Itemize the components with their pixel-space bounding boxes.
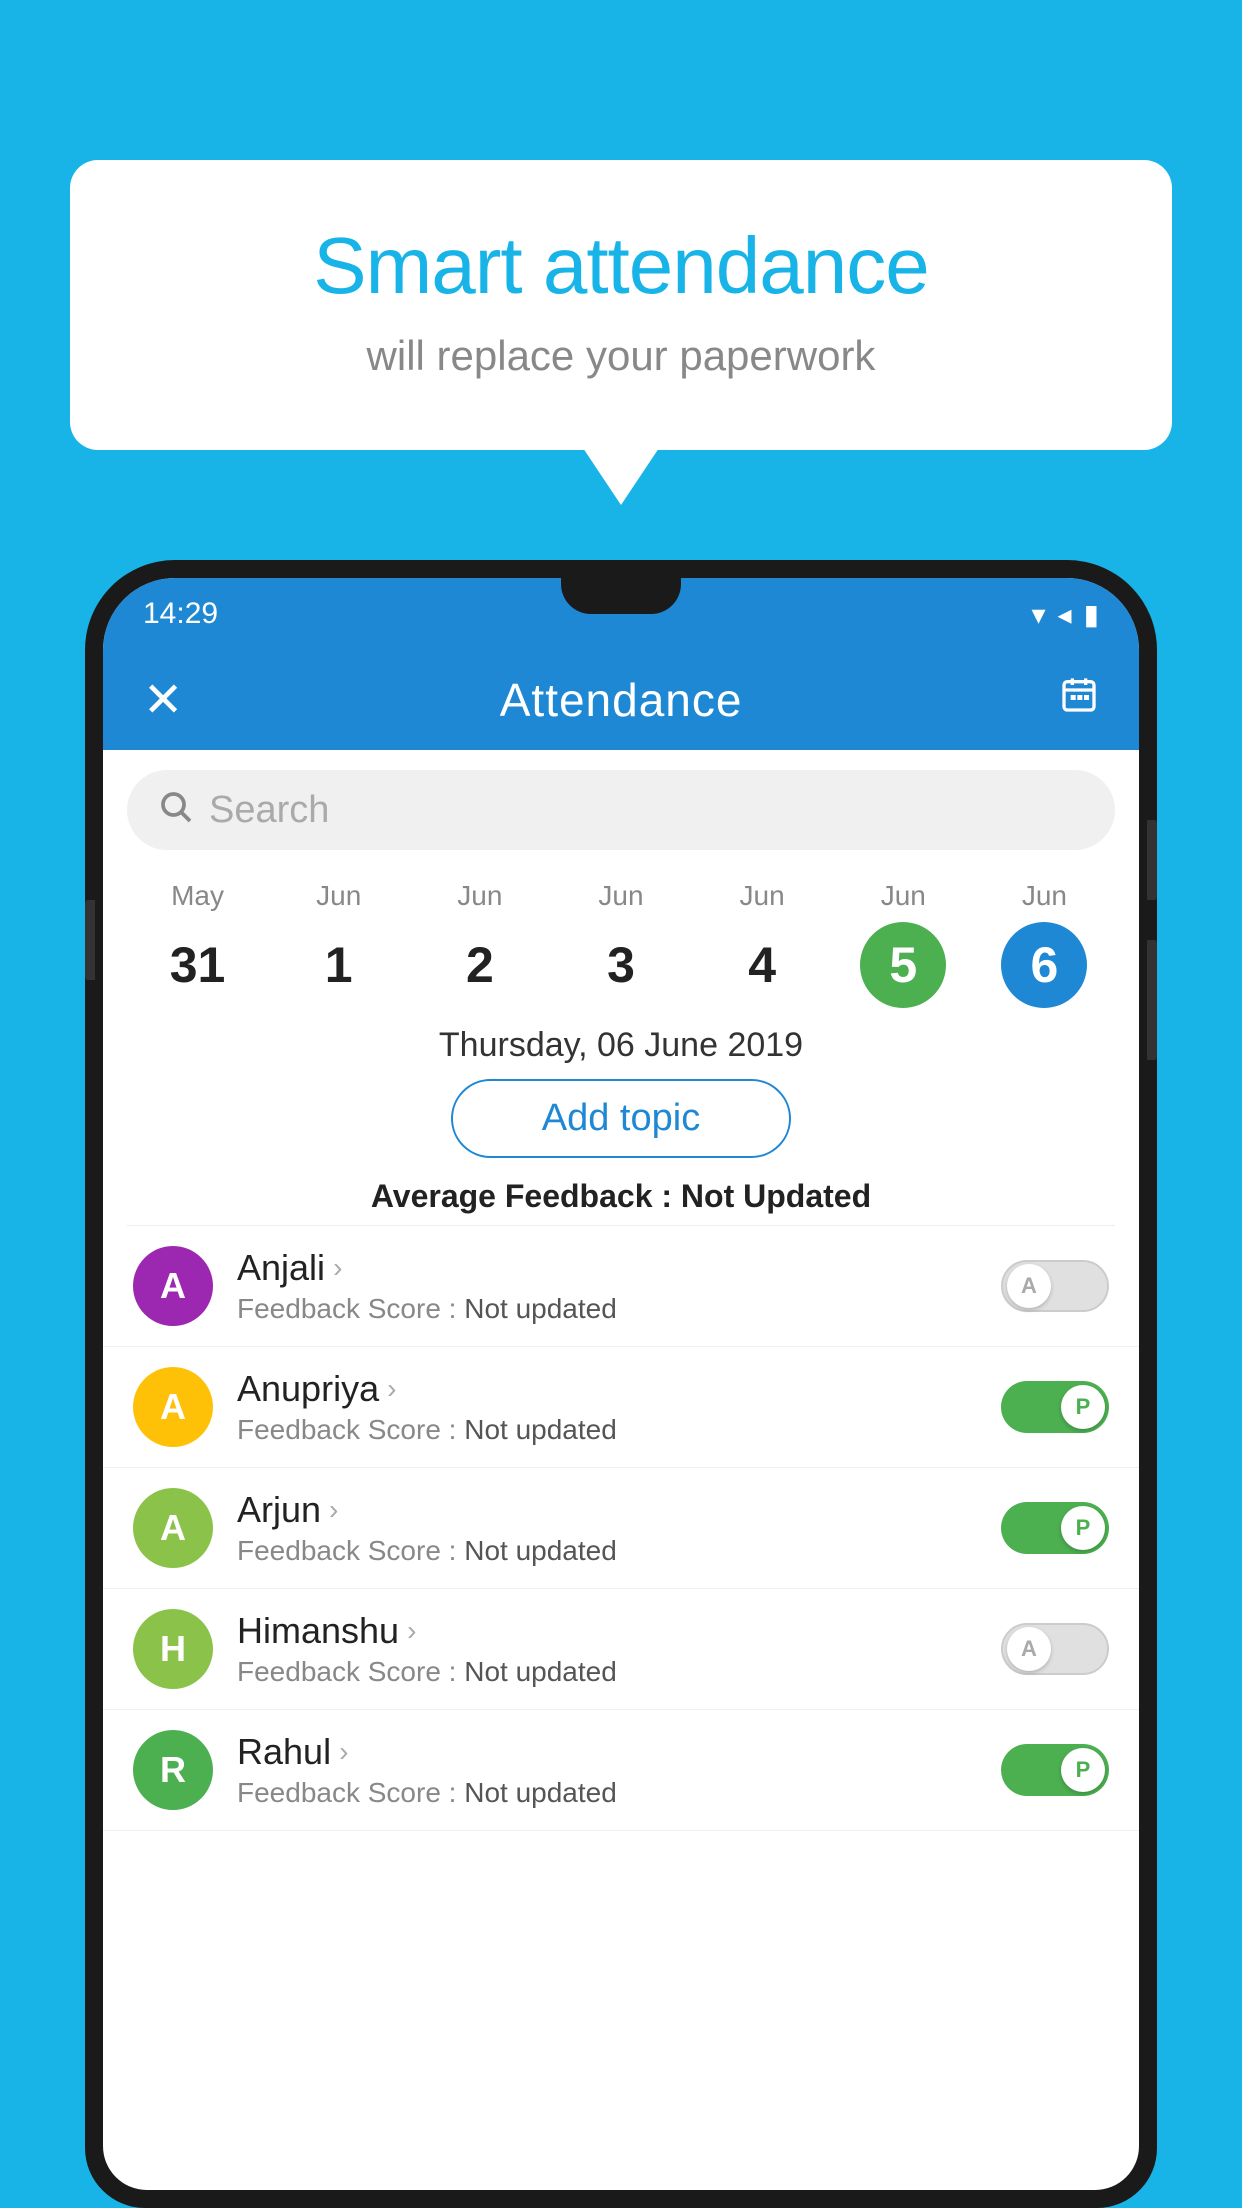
- avatar: A: [133, 1488, 213, 1568]
- side-button-left: [85, 900, 95, 980]
- toggle-switch[interactable]: P: [1001, 1502, 1109, 1554]
- attendance-toggle[interactable]: A: [1001, 1260, 1109, 1312]
- side-button-right2: [1147, 940, 1157, 1060]
- calendar-day[interactable]: Jun 3: [550, 880, 691, 1008]
- cal-date-label[interactable]: 5: [860, 922, 946, 1008]
- cal-date-label[interactable]: 6: [1001, 922, 1087, 1008]
- attendance-toggle[interactable]: P: [1001, 1744, 1109, 1796]
- close-button[interactable]: ✕: [143, 672, 183, 728]
- student-info: Arjun › Feedback Score : Not updated: [237, 1489, 977, 1567]
- avatar: A: [133, 1367, 213, 1447]
- student-info: Rahul › Feedback Score : Not updated: [237, 1731, 977, 1809]
- cal-month-label: Jun: [1022, 880, 1067, 912]
- cal-month-label: Jun: [881, 880, 926, 912]
- student-item[interactable]: A Anupriya › Feedback Score : Not updated P: [103, 1347, 1139, 1468]
- battery-icon: ▮: [1084, 598, 1099, 631]
- cal-date-label[interactable]: 3: [578, 922, 664, 1008]
- calendar-day[interactable]: May 31: [127, 880, 268, 1008]
- student-feedback: Feedback Score : Not updated: [237, 1656, 977, 1688]
- search-icon: [157, 788, 193, 833]
- avg-feedback-label: Average Feedback :: [371, 1178, 672, 1214]
- student-feedback: Feedback Score : Not updated: [237, 1535, 977, 1567]
- toggle-switch[interactable]: A: [1001, 1260, 1109, 1312]
- student-feedback: Feedback Score : Not updated: [237, 1293, 977, 1325]
- attendance-toggle[interactable]: P: [1001, 1381, 1109, 1433]
- student-name: Rahul ›: [237, 1731, 977, 1773]
- student-item[interactable]: R Rahul › Feedback Score : Not updated P: [103, 1710, 1139, 1831]
- toggle-switch[interactable]: P: [1001, 1381, 1109, 1433]
- cal-date-label[interactable]: 1: [296, 922, 382, 1008]
- avatar: R: [133, 1730, 213, 1810]
- student-name: Arjun ›: [237, 1489, 977, 1531]
- add-topic-button[interactable]: Add topic: [451, 1079, 791, 1158]
- toggle-knob: P: [1061, 1748, 1105, 1792]
- student-info: Anupriya › Feedback Score : Not updated: [237, 1368, 977, 1446]
- calendar-day[interactable]: Jun 5: [833, 880, 974, 1008]
- search-placeholder: Search: [209, 789, 329, 832]
- toggle-knob: P: [1061, 1506, 1105, 1550]
- cal-date-label[interactable]: 4: [719, 922, 805, 1008]
- toggle-knob: A: [1007, 1264, 1051, 1308]
- attendance-toggle[interactable]: P: [1001, 1502, 1109, 1554]
- phone-frame: 14:29 ▾ ◂ ▮ ✕ Attendance: [85, 560, 1157, 2208]
- phone-notch: [561, 578, 681, 614]
- calendar-day[interactable]: Jun 6: [974, 880, 1115, 1008]
- student-info: Himanshu › Feedback Score : Not updated: [237, 1610, 977, 1688]
- chevron-right-icon: ›: [387, 1373, 396, 1405]
- calendar-strip: May 31 Jun 1 Jun 2 Jun 3 Jun 4 Jun 5 Jun 6: [103, 870, 1139, 1008]
- toggle-knob: P: [1061, 1385, 1105, 1429]
- cal-date-label[interactable]: 2: [437, 922, 523, 1008]
- avatar: H: [133, 1609, 213, 1689]
- app-title: Attendance: [500, 673, 743, 727]
- avg-feedback-value: Not Updated: [681, 1178, 871, 1214]
- bubble-subtitle: will replace your paperwork: [150, 332, 1092, 380]
- chevron-right-icon: ›: [339, 1736, 348, 1768]
- cal-month-label: Jun: [740, 880, 785, 912]
- calendar-icon[interactable]: [1059, 675, 1099, 725]
- student-item[interactable]: A Arjun › Feedback Score : Not updated P: [103, 1468, 1139, 1589]
- calendar-day[interactable]: Jun 2: [409, 880, 550, 1008]
- cal-month-label: May: [171, 880, 224, 912]
- cal-month-label: Jun: [316, 880, 361, 912]
- cal-month-label: Jun: [457, 880, 502, 912]
- search-bar[interactable]: Search: [127, 770, 1115, 850]
- status-icons: ▾ ◂ ▮: [1031, 598, 1099, 631]
- app-header: ✕ Attendance: [103, 650, 1139, 750]
- signal-icon: ◂: [1058, 598, 1072, 631]
- toggle-switch[interactable]: P: [1001, 1744, 1109, 1796]
- wifi-icon: ▾: [1031, 598, 1045, 631]
- student-item[interactable]: A Anjali › Feedback Score : Not updated A: [103, 1226, 1139, 1347]
- student-feedback: Feedback Score : Not updated: [237, 1414, 977, 1446]
- student-name: Himanshu ›: [237, 1610, 977, 1652]
- student-list: AAnjali ›Feedback Score : Not updatedAAA…: [103, 1226, 1139, 1831]
- avatar: A: [133, 1246, 213, 1326]
- cal-month-label: Jun: [598, 880, 643, 912]
- chevron-right-icon: ›: [407, 1615, 416, 1647]
- speech-bubble: Smart attendance will replace your paper…: [70, 160, 1172, 450]
- cal-date-label[interactable]: 31: [155, 922, 241, 1008]
- chevron-right-icon: ›: [333, 1252, 342, 1284]
- toggle-knob: A: [1007, 1627, 1051, 1671]
- student-info: Anjali › Feedback Score : Not updated: [237, 1247, 977, 1325]
- calendar-day[interactable]: Jun 1: [268, 880, 409, 1008]
- toggle-switch[interactable]: A: [1001, 1623, 1109, 1675]
- side-button-right1: [1147, 820, 1157, 900]
- average-feedback: Average Feedback : Not Updated: [103, 1178, 1139, 1215]
- student-item[interactable]: H Himanshu › Feedback Score : Not updated A: [103, 1589, 1139, 1710]
- selected-date-label: Thursday, 06 June 2019: [103, 1026, 1139, 1065]
- student-feedback: Feedback Score : Not updated: [237, 1777, 977, 1809]
- student-name: Anjali ›: [237, 1247, 977, 1289]
- student-name: Anupriya ›: [237, 1368, 977, 1410]
- calendar-day[interactable]: Jun 4: [692, 880, 833, 1008]
- status-time: 14:29: [143, 597, 218, 631]
- phone-screen: 14:29 ▾ ◂ ▮ ✕ Attendance: [103, 578, 1139, 2190]
- chevron-right-icon: ›: [329, 1494, 338, 1526]
- bubble-title: Smart attendance: [150, 220, 1092, 312]
- attendance-toggle[interactable]: A: [1001, 1623, 1109, 1675]
